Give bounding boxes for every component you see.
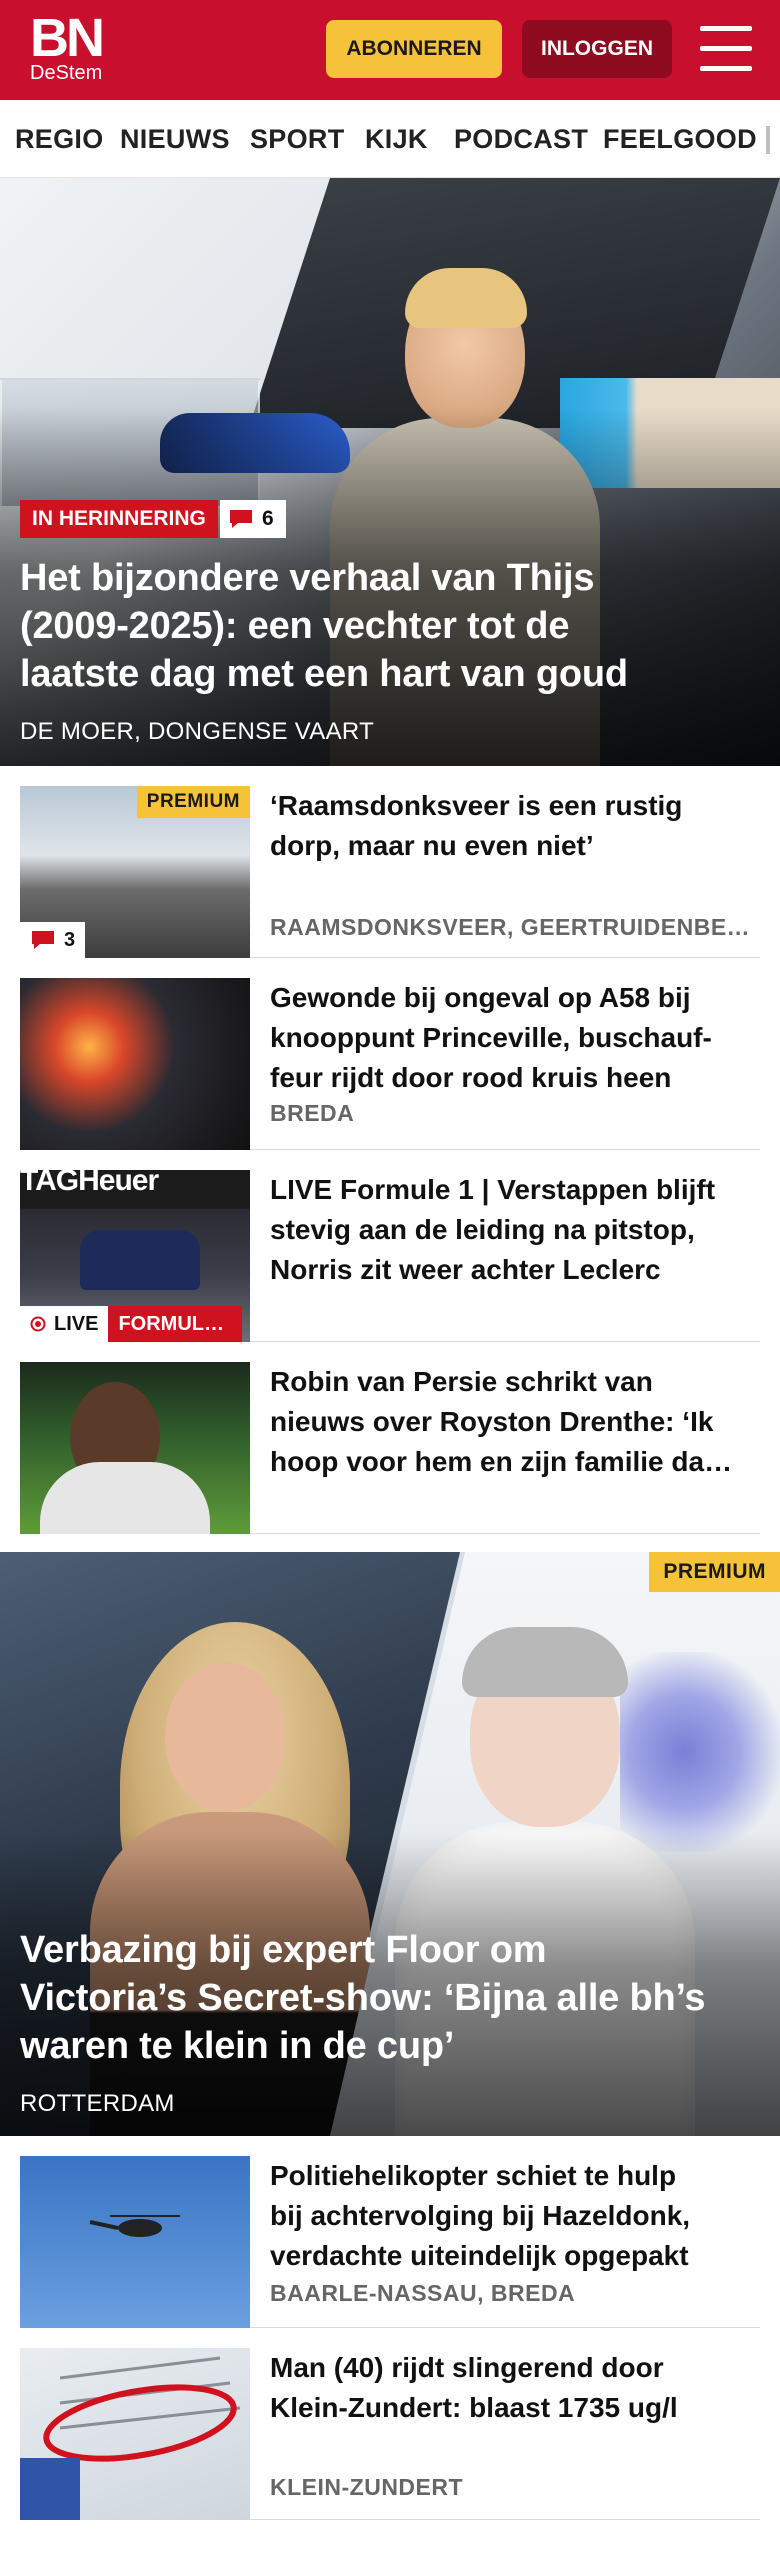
- live-dot-icon: [30, 1316, 46, 1332]
- hero-title: Het bijzondere verhaal van Thijs (2009-2…: [20, 554, 628, 698]
- nav-item-nieuws[interactable]: NIEUWS: [120, 124, 230, 155]
- article-card[interactable]: TAGHeuer LIVE FORMULE 1 LIVE Formule 1 |…: [20, 1170, 760, 1342]
- article-thumbnail: PREMIUM 3: [20, 786, 250, 958]
- article-title-line: hoop voor hem en zijn familie dat het go…: [270, 1446, 740, 1477]
- article-title: Politiehelikopter schiet te hulp bij ach…: [270, 2156, 750, 2276]
- article-title: LIVE Formule 1 | Verstappen blijft stevi…: [270, 1170, 750, 1290]
- article-title: Man (40) rijdt slingerend door Klein-Zun…: [270, 2348, 750, 2428]
- hero2-title-line: Verbazing bij expert Floor om: [20, 1929, 547, 1971]
- hero-image-person-hair: [405, 268, 527, 328]
- hero-title-line: laatste dag met een hart van goud: [20, 653, 628, 695]
- nav-item-sport[interactable]: SPORT: [250, 124, 345, 155]
- hero2-location: ROTTERDAM: [20, 2090, 175, 2117]
- live-indicator: LIVE: [20, 1306, 109, 1342]
- article-title-line: feur rijdt door rood kruis heen: [270, 1062, 672, 1093]
- section-nav: REGIO NIEUWS SPORT KIJK PODCAST FEELGOOD: [0, 100, 780, 178]
- hero2-image-map: [620, 1652, 780, 1852]
- article-title: Robin van Persie schrikt van nieuws over…: [270, 1362, 750, 1482]
- comment-bubble-icon: [32, 931, 54, 949]
- hero2-image-expert-hair: [462, 1627, 628, 1697]
- hero-article-2[interactable]: PREMIUM Verbazing bij expert Floor om Vi…: [0, 1552, 780, 2136]
- article-title-line: Robin van Persie schrikt van: [270, 1366, 653, 1397]
- article-comment-count: 3: [64, 929, 76, 951]
- article-title-line: Man (40) rijdt slingerend door: [270, 2352, 664, 2383]
- live-category: FORMULE 1: [108, 1306, 243, 1342]
- helicopter-icon: [89, 2215, 180, 2237]
- thumbnail-person-body: [40, 1462, 210, 1534]
- article-title-line: Norris zit weer achter Leclerc: [270, 1254, 661, 1285]
- article-thumbnail: [20, 1362, 250, 1534]
- site-logo[interactable]: BN DeStem: [30, 8, 105, 84]
- article-location: BREDA: [270, 1100, 355, 1126]
- article-card[interactable]: Man (40) rijdt slingerend door Klein-Zun…: [20, 2348, 760, 2520]
- logo-sub: DeStem: [30, 62, 103, 84]
- article-thumbnail: [20, 978, 250, 1150]
- article-title-line: stevig aan de leiding na pitstop,: [270, 1214, 695, 1245]
- hero-title-line: (2009-2025): een vechter tot de: [20, 605, 570, 647]
- hamburger-menu-icon[interactable]: [700, 26, 752, 72]
- hero-article[interactable]: IN HERINNERING 6 Het bijzondere verhaal …: [0, 178, 780, 766]
- hero2-title-line: waren te klein in de cup’: [20, 2025, 455, 2067]
- article-location: BAARLE-NASSAU, BREDA: [270, 2280, 576, 2306]
- article-comments[interactable]: 3: [20, 922, 86, 958]
- hero2-title: Verbazing bij expert Floor om Victoria’s…: [20, 1926, 706, 2070]
- article-title-line: knooppunt Princeville, buschauf-: [270, 1022, 712, 1053]
- premium-badge: PREMIUM: [649, 1552, 780, 1592]
- premium-badge: PREMIUM: [136, 786, 250, 818]
- nav-item-feelgood[interactable]: FEELGOOD: [603, 124, 757, 155]
- hero-tag: IN HERINNERING: [20, 500, 218, 538]
- article-title-line: Politiehelikopter schiet te hulp: [270, 2160, 677, 2191]
- article-title-line: verdachte uiteindelijk opgepakt: [270, 2240, 689, 2271]
- article-title-line: Klein-Zundert: blaast 1735 ug/l: [270, 2392, 678, 2423]
- article-title-line: nieuws over Royston Drenthe: ‘Ik: [270, 1406, 714, 1437]
- nav-overflow-indicator: [766, 126, 770, 154]
- article-title: Gewonde bij ongeval op A58 bij knooppunt…: [270, 978, 750, 1098]
- article-card[interactable]: Politiehelikopter schiet te hulp bij ach…: [20, 2156, 760, 2328]
- comment-bubble-icon: [230, 510, 252, 528]
- article-title-line: dorp, maar nu even niet’: [270, 830, 594, 861]
- receipt-highlight-icon: [20, 2356, 241, 2520]
- login-button[interactable]: INLOGGEN: [522, 20, 672, 78]
- hero2-title-line: Victoria’s Secret-show: ‘Bijna alle bh’s: [20, 1977, 706, 2019]
- article-location: RAAMSDONKSVEER, GEERTRUIDENBERG: [270, 914, 750, 940]
- article-thumbnail: [20, 2348, 250, 2520]
- hero-comments[interactable]: 6: [220, 500, 286, 538]
- hero-comment-count: 6: [262, 507, 274, 530]
- nav-item-regio[interactable]: REGIO: [15, 124, 104, 155]
- article-title-line: Gewonde bij ongeval op A58 bij: [270, 982, 691, 1013]
- top-bar: BN DeStem ABONNEREN INLOGGEN: [0, 0, 780, 100]
- article-card[interactable]: PREMIUM 3 ‘Raamsdonksveer is een rustig …: [20, 786, 760, 958]
- article-location: KLEIN-ZUNDERT: [270, 2474, 464, 2500]
- thumbnail-sponsor-text: TAGHeuer: [20, 1170, 159, 1197]
- article-card[interactable]: Robin van Persie schrikt van nieuws over…: [20, 1362, 760, 1534]
- article-title-line: ‘Raamsdonksveer is een rustig: [270, 790, 683, 821]
- thumbnail-car-shape: [80, 1230, 200, 1290]
- hero-title-line: Het bijzondere verhaal van Thijs: [20, 557, 595, 599]
- article-thumbnail: [20, 2156, 250, 2328]
- hero2-image-model-face: [165, 1662, 285, 1812]
- logo-main: BN: [30, 8, 105, 68]
- article-title-line: LIVE Formule 1 | Verstappen blijft: [270, 1174, 716, 1205]
- article-thumbnail: TAGHeuer LIVE FORMULE 1: [20, 1170, 250, 1342]
- live-bar: LIVE FORMULE 1: [20, 1306, 243, 1342]
- subscribe-button[interactable]: ABONNEREN: [326, 20, 502, 78]
- nav-item-podcast[interactable]: PODCAST: [454, 124, 588, 155]
- article-title-line: bij achtervolging bij Hazeldonk,: [270, 2200, 691, 2231]
- article-card[interactable]: Gewonde bij ongeval op A58 bij knooppunt…: [20, 978, 760, 1150]
- hero-location: DE MOER, DONGENSE VAART: [20, 718, 375, 745]
- nav-item-kijk[interactable]: KIJK: [365, 124, 428, 155]
- live-label: LIVE: [54, 1313, 99, 1335]
- article-title: ‘Raamsdonksveer is een rustig dorp, maar…: [270, 786, 750, 866]
